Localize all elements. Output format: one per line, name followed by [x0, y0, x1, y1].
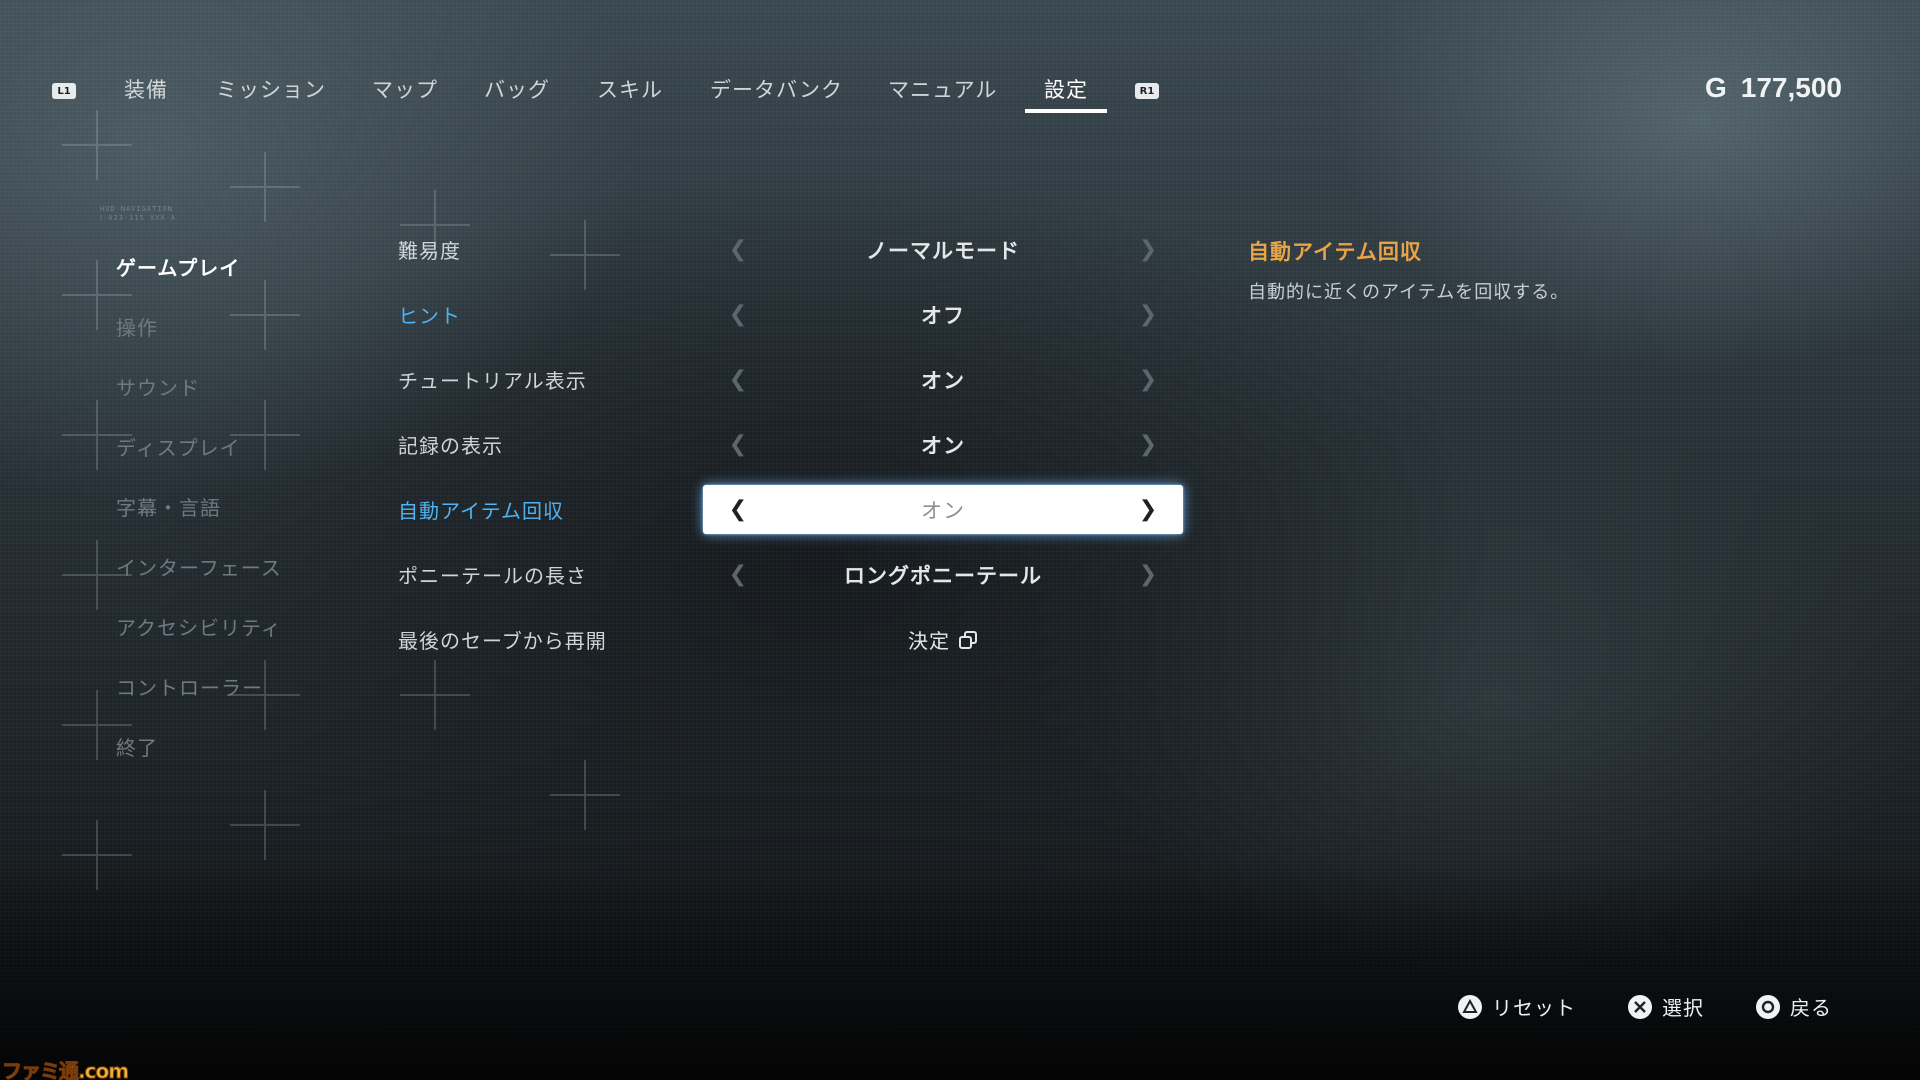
- tab-settings[interactable]: 設定: [1044, 74, 1088, 104]
- sidebar-item-controller[interactable]: コントローラー: [116, 656, 376, 716]
- chevron-right-icon[interactable]: ❯: [1128, 225, 1168, 274]
- chevron-right-icon[interactable]: ❯: [1128, 355, 1168, 404]
- chevron-right-icon[interactable]: ❯: [1128, 420, 1168, 469]
- external-link-icon: [959, 630, 977, 649]
- currency-symbol: G: [1705, 72, 1727, 103]
- decor-crosshair: [230, 152, 300, 222]
- setting-label: チュートリアル表示: [398, 369, 587, 393]
- button-prompts: リセット 選択 戻る: [1458, 992, 1832, 1021]
- setting-row-difficulty[interactable]: 難易度 ❮ ノーマルモード ❯: [398, 217, 1188, 282]
- chevron-left-icon[interactable]: ❮: [718, 420, 758, 469]
- chevron-left-icon[interactable]: ❮: [718, 550, 758, 599]
- hud-caption-line: HUD NAVIGATION: [100, 205, 174, 213]
- setting-value: オン: [921, 368, 965, 393]
- setting-label: ポニーテールの長さ: [398, 564, 587, 588]
- tab-bag[interactable]: バッグ: [484, 74, 550, 104]
- tab-map[interactable]: マップ: [372, 74, 438, 104]
- settings-list: 難易度 ❮ ノーマルモード ❯ ヒント ❮ オフ ❯ チュートリアル表示 ❮ オ…: [398, 217, 1188, 672]
- bottom-vignette: [0, 860, 1920, 1080]
- description-title: 自動アイテム回収: [1248, 240, 1422, 264]
- back-prompt[interactable]: 戻る: [1756, 992, 1832, 1021]
- tab-equipment[interactable]: 装備: [124, 74, 168, 104]
- sidebar-item-subtitles-language[interactable]: 字幕・言語: [116, 476, 376, 536]
- decor-crosshair: [62, 820, 132, 890]
- select-prompt[interactable]: 選択: [1628, 992, 1704, 1021]
- confirm-action[interactable]: 決定: [703, 615, 1183, 664]
- setting-value: オフ: [921, 303, 965, 328]
- triangle-button-icon: [1458, 994, 1482, 1019]
- tab-missions[interactable]: ミッション: [216, 74, 326, 104]
- reset-label: リセット: [1492, 996, 1576, 1020]
- value-selector-selected[interactable]: ❮ オン ❯: [703, 485, 1183, 534]
- setting-label: 自動アイテム回収: [398, 499, 564, 523]
- value-selector[interactable]: ❮ オン ❯: [703, 420, 1183, 469]
- circle-button-icon: [1756, 994, 1780, 1019]
- value-selector[interactable]: ❮ ロングポニーテール ❯: [703, 550, 1183, 599]
- currency-display: G 177,500: [1705, 72, 1842, 104]
- active-tab-indicator: [1025, 109, 1107, 113]
- sidebar-item-quit[interactable]: 終了: [116, 716, 376, 776]
- setting-row-auto-item-pickup[interactable]: 自動アイテム回収 ❮ オン ❯: [398, 477, 1188, 542]
- currency-amount: 177,500: [1740, 72, 1842, 103]
- sidebar-item-accessibility[interactable]: アクセシビリティ: [116, 596, 376, 656]
- value-selector[interactable]: ❮ オン ❯: [703, 355, 1183, 404]
- setting-value: ロングポニーテール: [844, 563, 1042, 588]
- setting-row-resume-from-last-save[interactable]: 最後のセーブから再開 決定: [398, 607, 1188, 672]
- publisher-watermark: ファミ通.com: [1, 1059, 129, 1080]
- chevron-right-icon[interactable]: ❯: [1128, 290, 1168, 339]
- setting-label: 難易度: [398, 239, 461, 263]
- cross-button-icon: [1628, 994, 1652, 1019]
- select-label: 選択: [1662, 996, 1704, 1020]
- decor-crosshair: [550, 760, 620, 830]
- sidebar-item-display[interactable]: ディスプレイ: [116, 416, 376, 476]
- sidebar-item-sound[interactable]: サウンド: [116, 356, 376, 416]
- back-label: 戻る: [1790, 996, 1832, 1020]
- chevron-left-icon[interactable]: ❮: [718, 485, 758, 534]
- settings-screen: HUD NAVIGATION Ⅰ-023-115 XXX-A L1 装備 ミッシ…: [0, 0, 1920, 1080]
- tab-skills[interactable]: スキル: [597, 74, 663, 104]
- chevron-left-icon[interactable]: ❮: [718, 225, 758, 274]
- top-navigation: L1 装備 ミッション マップ バッグ スキル データバンク マニュアル 設定 …: [0, 0, 1920, 130]
- r1-button-icon[interactable]: R1: [1135, 83, 1159, 99]
- reset-prompt[interactable]: リセット: [1458, 992, 1576, 1021]
- chevron-left-icon[interactable]: ❮: [718, 290, 758, 339]
- settings-category-sidebar: ゲームプレイ 操作 サウンド ディスプレイ 字幕・言語 インターフェース アクセ…: [116, 236, 376, 776]
- chevron-right-icon[interactable]: ❯: [1128, 485, 1168, 534]
- chevron-left-icon[interactable]: ❮: [718, 355, 758, 404]
- chevron-right-icon[interactable]: ❯: [1128, 550, 1168, 599]
- confirm-label: 決定: [908, 629, 950, 653]
- sidebar-item-gameplay[interactable]: ゲームプレイ: [116, 236, 376, 296]
- setting-value: ノーマルモード: [866, 238, 1020, 263]
- value-selector[interactable]: ❮ ノーマルモード ❯: [703, 225, 1183, 274]
- setting-label: ヒント: [398, 304, 461, 328]
- setting-row-record-display[interactable]: 記録の表示 ❮ オン ❯: [398, 412, 1188, 477]
- hud-caption-line: Ⅰ-023-115 XXX-A: [100, 214, 177, 222]
- sidebar-item-interface[interactable]: インターフェース: [116, 536, 376, 596]
- sidebar-item-controls[interactable]: 操作: [116, 296, 376, 356]
- setting-row-tutorial-display[interactable]: チュートリアル表示 ❮ オン ❯: [398, 347, 1188, 412]
- description-body: 自動的に近くのアイテムを回収する。: [1248, 282, 1570, 303]
- setting-row-hints[interactable]: ヒント ❮ オフ ❯: [398, 282, 1188, 347]
- tab-manual[interactable]: マニュアル: [888, 74, 997, 104]
- setting-label: 記録の表示: [398, 434, 503, 458]
- setting-label: 最後のセーブから再開: [398, 629, 607, 653]
- decor-crosshair: [230, 790, 300, 860]
- setting-value: オン: [921, 498, 965, 523]
- tab-databank[interactable]: データバンク: [710, 74, 843, 104]
- setting-description-panel: 自動アイテム回収 自動的に近くのアイテムを回収する。: [1248, 236, 1808, 304]
- setting-value: オン: [921, 433, 965, 458]
- setting-row-ponytail-length[interactable]: ポニーテールの長さ ❮ ロングポニーテール ❯: [398, 542, 1188, 607]
- l1-button-icon[interactable]: L1: [52, 83, 76, 99]
- hud-caption: HUD NAVIGATION Ⅰ-023-115 XXX-A: [100, 205, 176, 223]
- value-selector[interactable]: ❮ オフ ❯: [703, 290, 1183, 339]
